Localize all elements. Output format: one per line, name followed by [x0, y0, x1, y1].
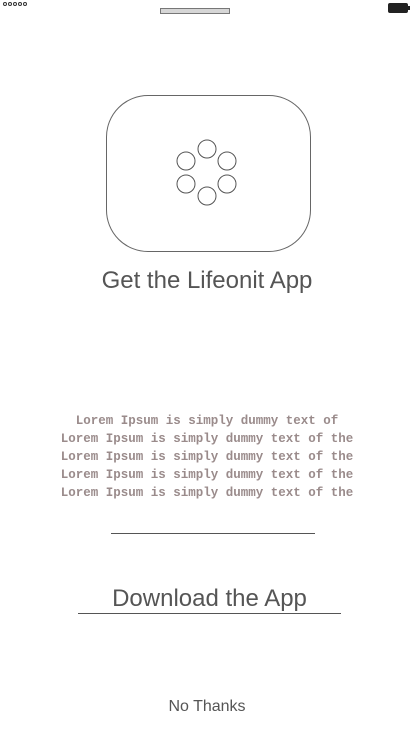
divider [111, 533, 315, 534]
no-thanks-button[interactable]: No Thanks [157, 696, 257, 718]
description-line: Lorem Ipsum is simply dummy text of the [60, 468, 354, 482]
description-line: Lorem Ipsum is simply dummy text of the [60, 450, 354, 464]
description-line: Lorem Ipsum is simply dummy text of the [60, 432, 354, 446]
description-line: Lorem Ipsum is simply dummy text of [75, 414, 339, 428]
download-app-button[interactable]: Download the App [78, 585, 341, 614]
status-bar [0, 0, 414, 20]
app-logo-icon [176, 139, 237, 206]
description-text: Lorem Ipsum is simply dummy text of Lore… [40, 412, 374, 502]
app-icon [106, 95, 311, 252]
battery-icon [388, 3, 410, 13]
signal-dots-icon [3, 2, 27, 8]
speaker-slot [160, 8, 230, 14]
page-title: Get the Lifeonit App [101, 267, 313, 294]
description-line: Lorem Ipsum is simply dummy text of the [60, 486, 354, 500]
